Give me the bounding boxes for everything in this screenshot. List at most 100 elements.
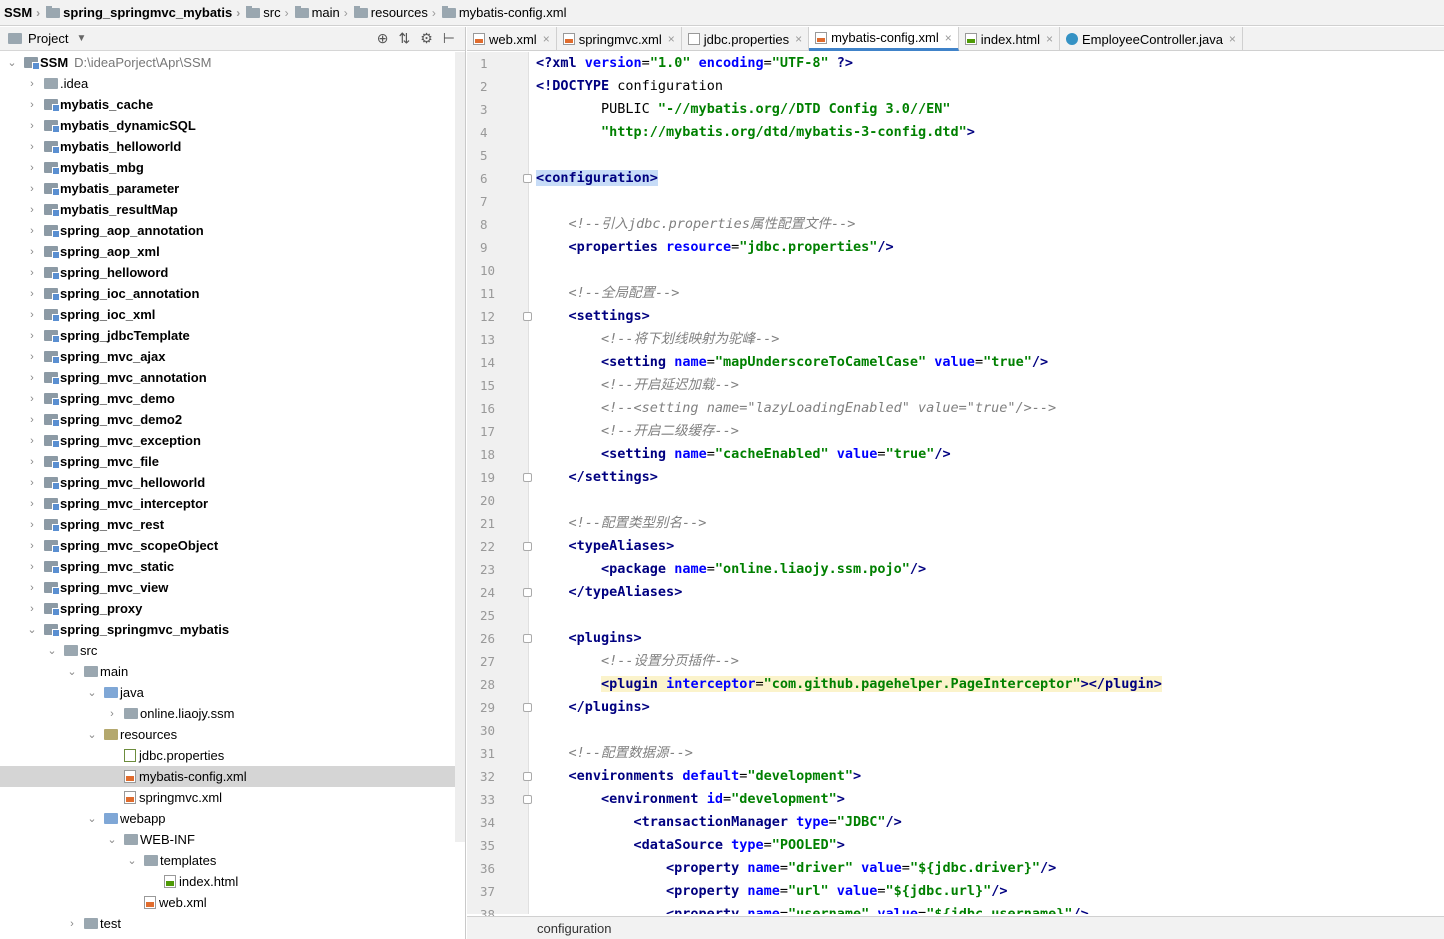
code-line[interactable] — [530, 489, 1444, 512]
tree-item[interactable]: › mybatis_helloworld — [0, 136, 455, 157]
tree-item[interactable]: mybatis-config.xml — [0, 766, 455, 787]
tree-item[interactable]: › spring_aop_xml — [0, 241, 455, 262]
code-line[interactable]: <?xml version="1.0" encoding="UTF-8" ?> — [530, 52, 1444, 75]
code-line[interactable]: "http://mybatis.org/dtd/mybatis-3-config… — [530, 121, 1444, 144]
code-line[interactable]: <dataSource type="POOLED"> — [530, 834, 1444, 857]
close-icon[interactable]: × — [1229, 32, 1236, 46]
code-line[interactable]: </typeAliases> — [530, 581, 1444, 604]
tree-item[interactable]: ⌄ WEB-INF — [0, 829, 455, 850]
editor-tab[interactable]: index.html × — [959, 27, 1061, 51]
tree-item[interactable]: › test — [0, 913, 455, 934]
chevron-right-icon[interactable]: › — [26, 225, 38, 237]
chevron-right-icon[interactable]: › — [26, 162, 38, 174]
code-editor[interactable]: <?xml version="1.0" encoding="UTF-8" ?> <… — [530, 52, 1444, 914]
tree-item[interactable]: › spring_mvc_ajax — [0, 346, 455, 367]
code-line[interactable] — [530, 719, 1444, 742]
collapse-all-icon[interactable]: ⇅ — [399, 30, 411, 47]
chevron-right-icon[interactable]: › — [26, 330, 38, 342]
code-line[interactable]: </plugins> — [530, 696, 1444, 719]
tree-item[interactable]: › spring_proxy — [0, 598, 455, 619]
tree-scrollbar[interactable] — [455, 52, 465, 842]
tree-item[interactable]: › spring_mvc_helloworld — [0, 472, 455, 493]
editor-tab[interactable]: jdbc.properties × — [682, 27, 810, 51]
close-icon[interactable]: × — [668, 32, 675, 46]
code-line[interactable] — [530, 190, 1444, 213]
tree-item[interactable]: ⌄ webapp — [0, 808, 455, 829]
chevron-right-icon[interactable]: › — [26, 78, 38, 90]
tree-item[interactable]: ⌄ main — [0, 661, 455, 682]
tree-item[interactable]: web.xml — [0, 892, 455, 913]
code-line[interactable]: <!--配置数据源--> — [530, 742, 1444, 765]
editor-tab[interactable]: EmployeeController.java × — [1060, 27, 1243, 51]
tree-item[interactable]: ⌄ spring_springmvc_mybatis — [0, 619, 455, 640]
code-line[interactable]: <settings> — [530, 305, 1444, 328]
chevron-right-icon[interactable]: › — [66, 918, 78, 930]
chevron-right-icon[interactable]: › — [26, 99, 38, 111]
chevron-right-icon[interactable]: › — [26, 540, 38, 552]
tree-item[interactable]: › mybatis_resultMap — [0, 199, 455, 220]
tree-item[interactable]: › spring_mvc_demo — [0, 388, 455, 409]
tree-item[interactable]: › spring_ioc_xml — [0, 304, 455, 325]
chevron-down-icon[interactable]: ⌄ — [86, 728, 98, 741]
code-line[interactable]: <environment id="development"> — [530, 788, 1444, 811]
chevron-right-icon[interactable]: › — [26, 519, 38, 531]
tree-item[interactable]: › mybatis_cache — [0, 94, 455, 115]
chevron-down-icon[interactable]: ⌄ — [126, 854, 138, 867]
tree-item[interactable]: ⌄ java — [0, 682, 455, 703]
code-line[interactable]: <configuration> — [530, 167, 1444, 190]
tree-item[interactable]: › spring_helloword — [0, 262, 455, 283]
tree-item[interactable]: › spring_mvc_file — [0, 451, 455, 472]
breadcrumb-item[interactable]: resources › — [352, 0, 440, 26]
code-line[interactable]: <!--全局配置--> — [530, 282, 1444, 305]
code-line[interactable]: <!--配置类型别名--> — [530, 512, 1444, 535]
tree-item[interactable]: › spring_mvc_scopeObject — [0, 535, 455, 556]
code-line[interactable]: <property name="username" value="${jdbc.… — [530, 903, 1444, 914]
chevron-right-icon[interactable]: › — [26, 204, 38, 216]
locate-icon[interactable]: ⊕ — [377, 30, 389, 47]
editor-tab[interactable]: mybatis-config.xml × — [809, 27, 959, 51]
chevron-right-icon[interactable]: › — [26, 477, 38, 489]
tree-item[interactable]: › online.liaojy.ssm — [0, 703, 455, 724]
chevron-down-icon[interactable]: ⌄ — [26, 623, 38, 636]
tree-item[interactable]: › .idea — [0, 73, 455, 94]
chevron-right-icon[interactable]: › — [26, 351, 38, 363]
chevron-right-icon[interactable]: › — [26, 183, 38, 195]
breadcrumb-item[interactable]: main › — [293, 0, 352, 26]
chevron-right-icon[interactable]: › — [106, 708, 118, 720]
chevron-right-icon[interactable]: › — [26, 582, 38, 594]
close-icon[interactable]: × — [945, 31, 952, 45]
code-line[interactable]: <plugin interceptor="com.github.pagehelp… — [530, 673, 1444, 696]
code-line[interactable]: <!--设置分页插件--> — [530, 650, 1444, 673]
tree-item[interactable]: › spring_mvc_demo2 — [0, 409, 455, 430]
code-line[interactable]: <!--开启二级缓存--> — [530, 420, 1444, 443]
chevron-right-icon[interactable]: › — [26, 456, 38, 468]
project-view-selector[interactable]: Project ▼ — [0, 31, 86, 46]
tree-item[interactable]: ⌄ templates — [0, 850, 455, 871]
code-line[interactable] — [530, 604, 1444, 627]
tree-item[interactable]: › spring_aop_annotation — [0, 220, 455, 241]
code-line[interactable]: <typeAliases> — [530, 535, 1444, 558]
tree-item[interactable]: › spring_mvc_static — [0, 556, 455, 577]
chevron-right-icon[interactable]: › — [26, 120, 38, 132]
tree-item[interactable]: › spring_mvc_exception — [0, 430, 455, 451]
tree-item[interactable]: ⌄ SSM D:\ideaPorject\Apr\SSM — [0, 52, 455, 73]
chevron-down-icon[interactable]: ⌄ — [106, 833, 118, 846]
tree-item[interactable]: › spring_mvc_interceptor — [0, 493, 455, 514]
tree-item[interactable]: springmvc.xml — [0, 787, 455, 808]
chevron-right-icon[interactable]: › — [26, 372, 38, 384]
chevron-right-icon[interactable]: › — [26, 246, 38, 258]
code-line[interactable] — [530, 144, 1444, 167]
close-icon[interactable]: × — [1046, 32, 1053, 46]
breadcrumb-item[interactable]: spring_springmvc_mybatis › — [44, 0, 244, 26]
code-line[interactable]: <!--<setting name="lazyLoadingEnabled" v… — [530, 397, 1444, 420]
code-line[interactable]: <environments default="development"> — [530, 765, 1444, 788]
editor-tab[interactable]: web.xml × — [467, 27, 557, 51]
editor-tab[interactable]: springmvc.xml × — [557, 27, 682, 51]
tree-item[interactable]: › spring_mvc_annotation — [0, 367, 455, 388]
tree-item[interactable]: › spring_jdbcTemplate — [0, 325, 455, 346]
code-line[interactable]: PUBLIC "-//mybatis.org//DTD Config 3.0//… — [530, 98, 1444, 121]
gear-icon[interactable]: ⚙ — [420, 30, 433, 47]
code-line[interactable]: <properties resource="jdbc.properties"/> — [530, 236, 1444, 259]
tree-item[interactable]: jdbc.properties — [0, 745, 455, 766]
tree-item[interactable]: ⌄ resources — [0, 724, 455, 745]
